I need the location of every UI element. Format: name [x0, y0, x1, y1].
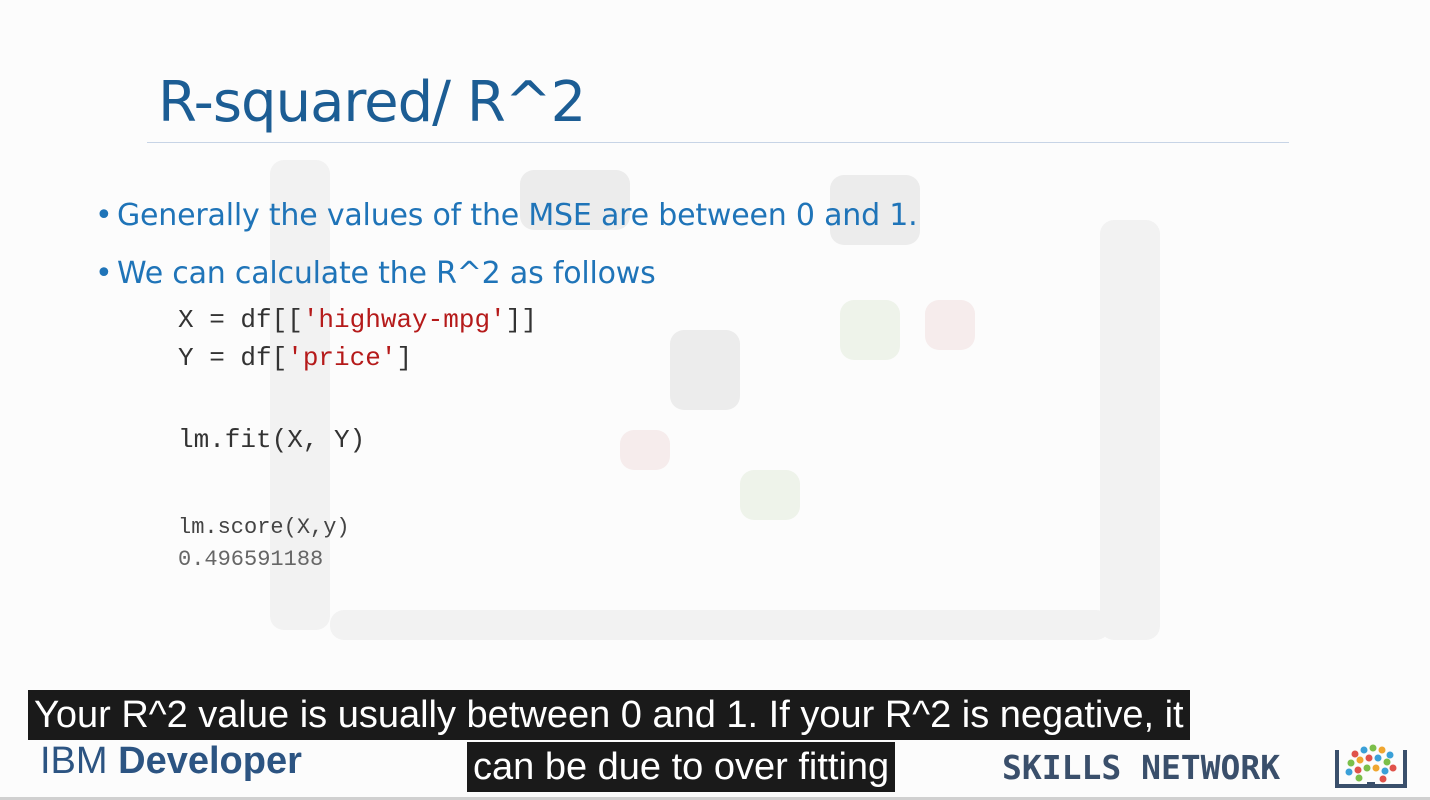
- code-token: ]: [396, 343, 413, 373]
- caption-line-1: Your R^2 value is usually between 0 and …: [28, 690, 1190, 740]
- code-line-score: lm.score(X,y): [178, 515, 350, 540]
- skills-network-logo-text: SKILLS NETWORK: [1002, 748, 1281, 787]
- code-string: 'highway-mpg': [302, 305, 506, 335]
- bullet-text: Generally the values of the MSE are betw…: [117, 198, 918, 233]
- skills-network-book-icon: [1335, 744, 1407, 788]
- bullet-dot-icon: •: [95, 198, 113, 233]
- code-line-y: Y = df['price']: [178, 343, 412, 373]
- watermark-shape: [1100, 220, 1160, 640]
- code-token: Y = df[: [178, 343, 288, 373]
- code-score-result: 0.496591188: [178, 547, 324, 572]
- code-line-x: X = df[['highway-mpg']]: [178, 305, 537, 335]
- caption-line-2: can be due to over fitting: [467, 742, 896, 792]
- bullet-item: • Generally the values of the MSE are bet…: [95, 198, 918, 233]
- watermark-shape: [670, 330, 740, 410]
- ibm-developer-logo: IBM Developer: [40, 740, 302, 783]
- bullet-dot-icon: •: [95, 256, 113, 291]
- code-string: 'price': [287, 343, 397, 373]
- bullet-item: • We can calculate the R^2 as follows: [95, 256, 656, 291]
- brand-text-bold: Developer: [118, 740, 302, 782]
- code-line-fit: lm.fit(X, Y): [178, 425, 366, 455]
- title-divider: [147, 142, 1289, 143]
- slide-canvas: R-squared/ R^2 • Generally the values of …: [0, 0, 1430, 800]
- code-token: ]]: [505, 305, 537, 335]
- bullet-text: We can calculate the R^2 as follows: [117, 256, 656, 291]
- watermark-shape: [740, 470, 800, 520]
- slide-title: R-squared/ R^2: [158, 70, 586, 135]
- watermark-shape: [840, 300, 900, 360]
- watermark-shape: [330, 610, 1110, 640]
- brand-text: IBM: [40, 740, 108, 782]
- watermark-shape: [620, 430, 670, 470]
- code-token: X = df[[: [178, 305, 303, 335]
- watermark-shape: [925, 300, 975, 350]
